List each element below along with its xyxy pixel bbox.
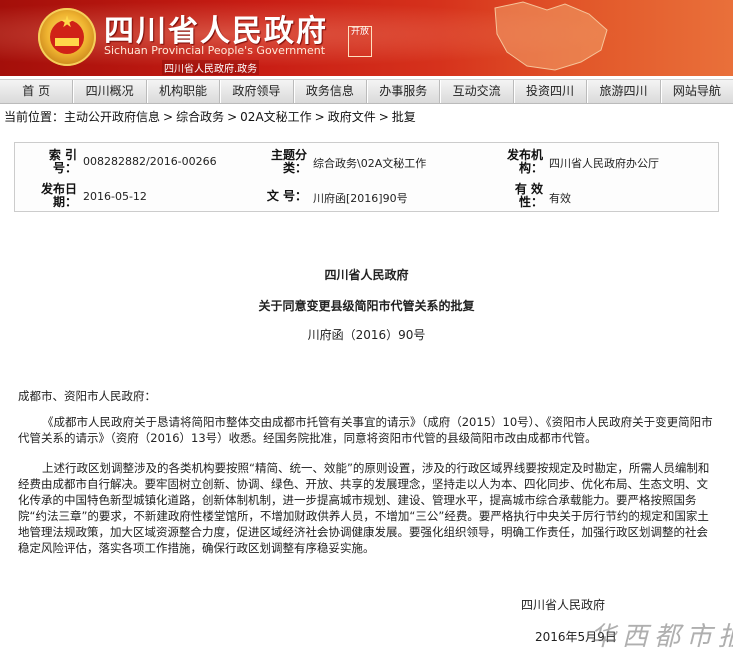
breadcrumb-item[interactable]: 02A文秘工作 (240, 110, 311, 124)
date-value: 2016-05-12 (83, 190, 147, 203)
nav-interaction[interactable]: 互动交流 (440, 80, 514, 103)
emblem-gate-icon (55, 38, 79, 46)
docno-value: 川府函[2016]90号 (313, 192, 408, 205)
site-banner: ★ 四川省人民政府 Sichuan Provincial People's Go… (0, 0, 733, 76)
breadcrumb-item[interactable]: 政府文件 (328, 110, 376, 124)
sichuan-map-icon (494, 1, 608, 71)
breadcrumb-separator: > (163, 110, 174, 124)
nav-invest[interactable]: 投资四川 (514, 80, 588, 103)
document-meta-box: 索 引 号： 008282882/2016-00266 主题分 类： 综合政务\… (14, 142, 719, 212)
date-label: 发布日 期： (40, 182, 77, 209)
publisher-value: 四川省人民政府办公厅 (549, 157, 659, 170)
document-title: 关于同意变更县级简阳市代管关系的批复 (258, 299, 475, 313)
docno-label: 文 号： (266, 189, 307, 203)
breadcrumb-item[interactable]: 综合政务 (176, 110, 224, 124)
validity-value: 有效 (549, 192, 571, 205)
breadcrumb-separator: > (314, 110, 325, 124)
emblem-star-icon: ★ (59, 12, 75, 31)
main-nav: 首 页 四川概况 机构职能 政府领导 政务信息 办事服务 互动交流 投资四川 旅… (0, 79, 733, 104)
document-paragraph-1: 《成都市人民政府关于恳请将简阳市整体交由成都市托管有关事宜的请示》（成府（201… (18, 415, 713, 445)
breadcrumb-separator: > (378, 110, 389, 124)
nav-affairs[interactable]: 政务信息 (294, 80, 368, 103)
breadcrumb-separator: > (227, 110, 238, 124)
nav-sitemap[interactable]: 网站导航 (661, 80, 733, 103)
nav-functions[interactable]: 机构职能 (147, 80, 221, 103)
nav-home[interactable]: 首 页 (0, 80, 74, 103)
validity-label: 有 效 性： (514, 182, 543, 209)
document-paragraph-2: 上述行政区划调整涉及的各类机构要按照“精简、统一、效能”的原则设置，涉及的行政区… (18, 461, 710, 555)
publisher-label: 发布机 构： (506, 148, 543, 175)
signature-org: 四川省人民政府 (521, 598, 606, 612)
document-salutation: 成都市、资阳市人民政府： (18, 389, 156, 403)
document-issuer: 四川省人民政府 (324, 268, 409, 282)
document-number: 川府函（2016）90号 (307, 328, 426, 342)
nav-travel[interactable]: 旅游四川 (587, 80, 661, 103)
category-value: 综合政务\02A文秘工作 (313, 157, 427, 170)
site-subline: 四川省人民政府.政务 (162, 60, 260, 75)
breadcrumb-prefix: 当前位置： (4, 110, 65, 124)
national-emblem-icon: ★ (38, 8, 96, 66)
nav-overview[interactable]: 四川概况 (73, 80, 147, 103)
site-title-english: Sichuan Provincial People's Government (104, 44, 326, 57)
nav-leaders[interactable]: 政府领导 (220, 80, 294, 103)
breadcrumb: 当前位置：主动公开政府信息 > 综合政务 >02A文秘工作 > 政府文件 > 批复 (4, 108, 416, 125)
category-label: 主题分 类： (270, 148, 307, 175)
index-label: 索 引 号： (48, 148, 77, 175)
nav-services[interactable]: 办事服务 (367, 80, 441, 103)
watermark-logo: 华西都市报 (590, 622, 733, 652)
seal-stamp: 开放 (348, 26, 372, 57)
breadcrumb-item[interactable]: 批复 (392, 110, 416, 124)
breadcrumb-item[interactable]: 主动公开政府信息 (64, 110, 160, 124)
index-value: 008282882/2016-00266 (83, 155, 217, 168)
